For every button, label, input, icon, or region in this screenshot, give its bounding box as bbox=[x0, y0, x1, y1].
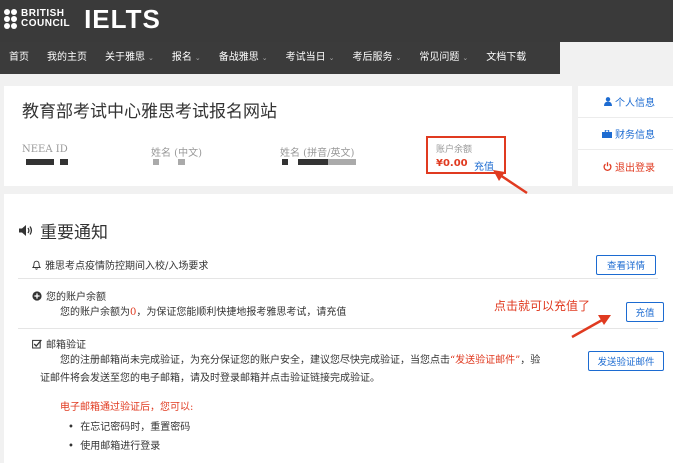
annotation-arrows bbox=[493, 170, 611, 339]
annotation-text: 点击就可以充值了 bbox=[494, 299, 591, 313]
arrow-to-balance bbox=[493, 170, 528, 195]
arrow-to-recharge-button bbox=[571, 315, 611, 339]
